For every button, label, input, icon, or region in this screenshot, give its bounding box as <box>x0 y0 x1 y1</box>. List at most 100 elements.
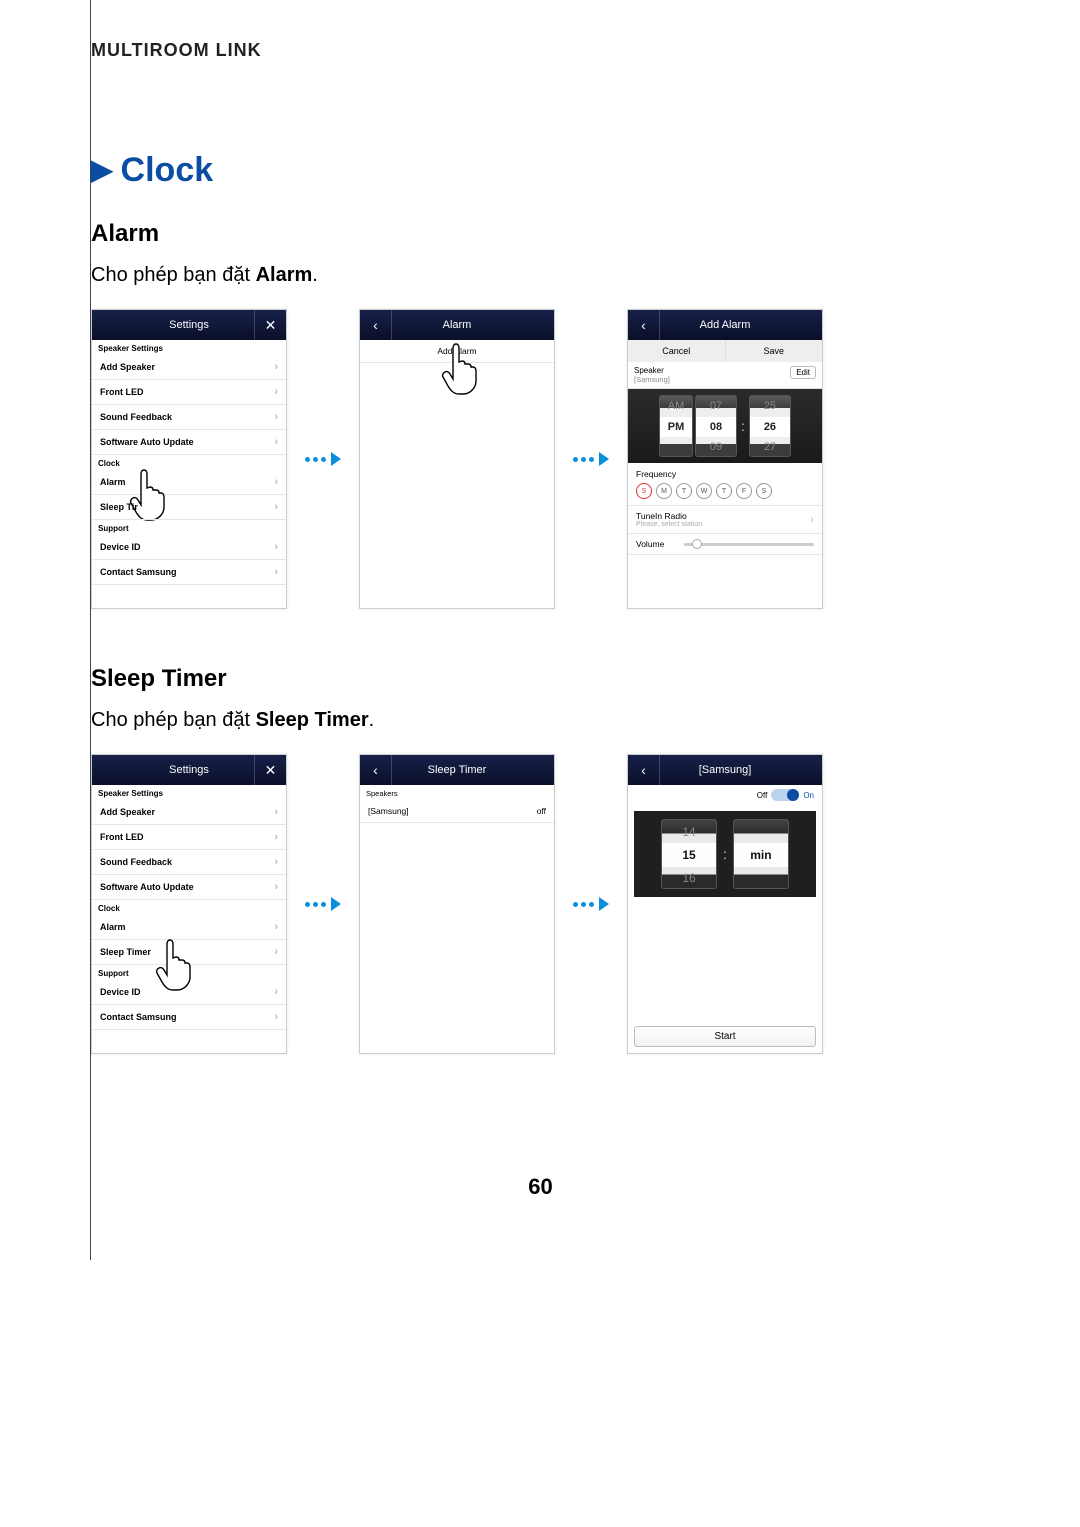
chevron-right-icon: › <box>274 881 278 893</box>
volume-label: Volume <box>636 539 664 549</box>
close-icon[interactable]: ✕ <box>254 755 286 785</box>
label: Sound Feedback <box>100 412 172 422</box>
label: Add Speaker <box>100 807 155 817</box>
start-button[interactable]: Start <box>634 1026 816 1047</box>
alarm-row: Settings ✕ Speaker Settings Add Speaker›… <box>91 309 990 609</box>
tunein-sub: Please, select station <box>636 521 702 528</box>
item-device-id[interactable]: Device ID › <box>92 535 286 560</box>
day-s[interactable]: S <box>636 483 652 499</box>
minute-wheel[interactable]: 25 26 27 <box>749 395 791 457</box>
ampm-wheel[interactable]: AM PM <box>659 395 693 457</box>
back-icon[interactable]: ‹ <box>360 755 392 785</box>
hour-wheel[interactable]: 07 08 09 <box>695 395 737 457</box>
edit-button[interactable]: Edit <box>790 366 816 379</box>
unit-wheel: min <box>733 819 789 889</box>
close-icon[interactable]: ✕ <box>254 310 286 340</box>
save-button[interactable]: Save <box>726 340 823 362</box>
sleep-heading: Sleep Timer <box>91 665 990 693</box>
item-software-auto-update[interactable]: Software Auto Update› <box>92 430 286 455</box>
group-support: Support <box>92 520 286 535</box>
item-sleep-timer[interactable]: Sleep Timer› <box>92 940 286 965</box>
day-s2[interactable]: S <box>756 483 772 499</box>
wheel-cell: 08 <box>696 417 736 438</box>
day-f[interactable]: F <box>736 483 752 499</box>
label: Contact Samsung <box>100 567 177 577</box>
wheel-cell: AM <box>660 396 692 417</box>
item-front-led[interactable]: Front LED› <box>92 380 286 405</box>
wheel-cell: 26 <box>750 417 790 438</box>
chevron-right-icon: › <box>274 541 278 553</box>
alarm-desc: Cho phép bạn đặt Alarm. <box>91 264 990 287</box>
play-marker-icon: ▶ <box>91 154 113 185</box>
speaker-value: [Samsung] <box>634 375 816 384</box>
tunein-row[interactable]: TuneIn Radio Please, select station › <box>628 506 822 534</box>
day-t[interactable]: T <box>676 483 692 499</box>
wheel-cell: 16 <box>662 867 716 889</box>
samsung-titlebar: ‹ [Samsung] <box>628 755 822 785</box>
item-contact-samsung[interactable]: Contact Samsung› <box>92 1005 286 1030</box>
sleep-timer-phone: ‹ Sleep Timer Speakers [Samsung] off <box>359 754 555 1054</box>
item-sound-feedback[interactable]: Sound Feedback › <box>92 405 286 430</box>
sleep-row: Settings ✕ Speaker Settings Add Speaker›… <box>91 754 990 1054</box>
item-add-speaker[interactable]: Add Speaker› <box>92 800 286 825</box>
item-alarm[interactable]: Alarm› <box>92 915 286 940</box>
group-support: Support <box>92 965 286 980</box>
alarm-titlebar: ‹ Alarm <box>360 310 554 340</box>
item-device-id[interactable]: Device ID› <box>92 980 286 1005</box>
day-t2[interactable]: T <box>716 483 732 499</box>
speakers-label: Speakers <box>360 785 554 800</box>
day-m[interactable]: M <box>656 483 672 499</box>
item-front-led[interactable]: Front LED› <box>92 825 286 850</box>
back-icon[interactable]: ‹ <box>628 755 660 785</box>
wheel-cell: 25 <box>750 396 790 417</box>
unit-label: min <box>734 843 788 866</box>
volume-slider[interactable] <box>684 543 814 546</box>
label: Device ID <box>100 542 141 552</box>
item-contact-samsung[interactable]: Contact Samsung› <box>92 560 286 585</box>
cancel-button[interactable]: Cancel <box>628 340 726 362</box>
colon: : <box>739 418 747 434</box>
wheel-cell <box>660 437 692 457</box>
samsung-title: [Samsung] <box>699 764 752 776</box>
back-icon[interactable]: ‹ <box>628 310 660 340</box>
slider-thumb[interactable] <box>692 539 702 549</box>
chevron-right-icon: › <box>274 411 278 423</box>
wheel-cell: 09 <box>696 437 736 457</box>
add-alarm-title: Add Alarm <box>700 319 751 331</box>
chevron-right-icon: › <box>274 1011 278 1023</box>
group-clock: Clock <box>92 455 286 470</box>
chevron-right-icon: › <box>274 501 278 513</box>
sleep-timer-titlebar: ‹ Sleep Timer <box>360 755 554 785</box>
frequency-box: Frequency S M T W T F S <box>628 463 822 506</box>
toggle-knob <box>787 789 799 801</box>
add-alarm-button[interactable]: Add Alarm <box>360 340 554 363</box>
item-sleep-timer-trunc[interactable]: Sleep Tir› <box>92 495 286 520</box>
label: Sleep Timer <box>100 947 151 957</box>
group-speaker-settings: Speaker Settings <box>92 340 286 355</box>
alarm-desc-bold: Alarm <box>256 264 313 286</box>
item-sound-feedback[interactable]: Sound Feedback› <box>92 850 286 875</box>
page-number: 60 <box>91 1174 990 1200</box>
alarm-phone: ‹ Alarm Add Alarm <box>359 309 555 609</box>
label: Sound Feedback <box>100 857 172 867</box>
on-off-toggle[interactable] <box>771 789 799 801</box>
chevron-right-icon: › <box>274 921 278 933</box>
minute-picker[interactable]: 14 15 16 : min <box>634 811 816 897</box>
settings-phone-alarm: Settings ✕ Speaker Settings Add Speaker›… <box>91 309 287 609</box>
back-icon[interactable]: ‹ <box>360 310 392 340</box>
item-add-speaker[interactable]: Add Speaker› <box>92 355 286 380</box>
settings-titlebar: Settings ✕ <box>92 310 286 340</box>
min-wheel[interactable]: 14 15 16 <box>661 819 717 889</box>
time-picker[interactable]: AM PM 07 08 09 : 25 26 27 <box>628 389 822 463</box>
arrow-icon <box>573 452 609 466</box>
row-name: [Samsung] <box>368 806 409 816</box>
item-software-auto-update[interactable]: Software Auto Update › <box>92 875 286 900</box>
sleep-speaker-row[interactable]: [Samsung] off <box>360 800 554 823</box>
label: Software Auto Update <box>100 882 194 892</box>
day-w[interactable]: W <box>696 483 712 499</box>
section-title-text: Clock <box>121 151 214 189</box>
item-alarm[interactable]: Alarm› <box>92 470 286 495</box>
chevron-right-icon: › <box>274 986 278 998</box>
off-label: Off <box>757 791 768 800</box>
section-title: ▶ Clock <box>91 151 990 190</box>
